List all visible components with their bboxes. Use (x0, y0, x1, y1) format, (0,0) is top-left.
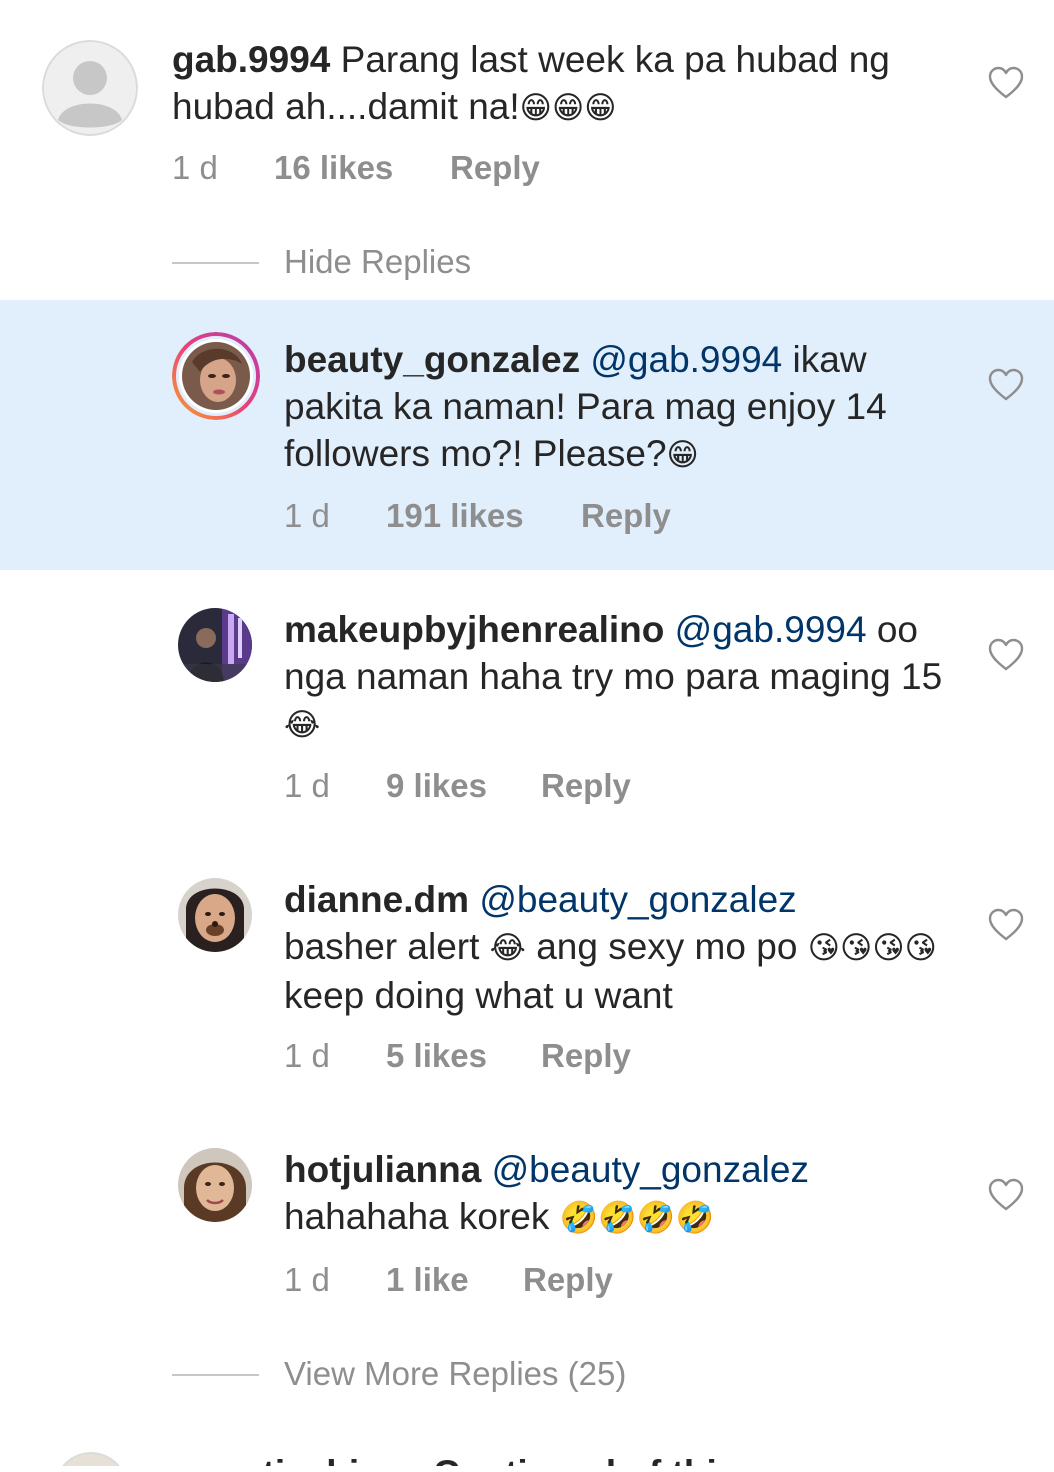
comment-time: 1 d (284, 1261, 330, 1298)
username[interactable]: hotjulianna (284, 1149, 481, 1190)
mention-link[interactable]: @beauty_gonzalez (492, 1149, 809, 1190)
view-more-replies-label[interactable]: View More Replies (25) (284, 1354, 626, 1394)
comment-text: makeupbyjhenrealino @gab.9994 oo nga nam… (284, 606, 964, 749)
mention-link[interactable]: @beauty_gonzalez (479, 879, 796, 920)
likes-count[interactable]: 191 likes (386, 496, 581, 536)
comment-body: basher alert (284, 926, 480, 967)
rofl-emoji: 🤣🤣🤣🤣 (559, 1200, 715, 1236)
like-button[interactable] (988, 1178, 1024, 1212)
comment-meta: 1 d 191 likes Reply (284, 496, 671, 536)
heart-icon (988, 638, 1024, 671)
avatar[interactable] (42, 40, 138, 136)
comment-dianne-dm: dianne.dm @beauty_gonzalez basher alert … (0, 840, 1054, 1110)
comment-meta: 1 d 1 like Reply (284, 1260, 613, 1300)
heart-icon (988, 908, 1024, 941)
comment-body: hahahaha korek (284, 1196, 550, 1237)
comment-text: beauty_gonzalez @gab.9994 ikaw pakita ka… (284, 336, 964, 479)
comment-makeupbyjhenrealino: makeupbyjhenrealino @gab.9994 oo nga nam… (0, 570, 1054, 840)
like-button[interactable] (988, 66, 1024, 100)
reply-button[interactable]: Reply (541, 1036, 631, 1076)
mention-link[interactable]: @gab.9994 (675, 609, 867, 650)
kissing-emoji: 😘😘😘😘 (807, 930, 937, 966)
username[interactable]: beauty_gonzalez (284, 339, 580, 380)
comment-meta: 1 d 9 likes Reply (284, 766, 631, 806)
like-button[interactable] (988, 368, 1024, 402)
grinning-emoji: 😁 (666, 437, 699, 473)
hide-replies-label[interactable]: Hide Replies (284, 242, 471, 282)
like-button[interactable] (988, 908, 1024, 942)
avatar[interactable] (178, 608, 252, 682)
heart-icon (988, 1178, 1024, 1211)
comment-time: 1 d (284, 497, 330, 534)
bottom-edge (0, 1466, 1054, 1472)
next-comment-partial: sweeticahines Continued of thi... (0, 1440, 1054, 1472)
comment-text: dianne.dm @beauty_gonzalez basher alert … (284, 876, 964, 1019)
likes-count[interactable]: 1 like (386, 1260, 523, 1300)
reply-button[interactable]: Reply (581, 496, 671, 536)
comment-time: 1 d (172, 149, 218, 186)
likes-count[interactable]: 9 likes (386, 766, 541, 806)
comment-body: keep doing what u want (284, 975, 673, 1016)
profile-photo (178, 878, 252, 952)
laughing-emoji: 😂 (284, 707, 321, 743)
mention-link[interactable]: @gab.9994 (590, 339, 782, 380)
likes-count[interactable]: 5 likes (386, 1036, 541, 1076)
divider-line (172, 1374, 259, 1376)
comment-beauty-gonzalez: beauty_gonzalez @gab.9994 ikaw pakita ka… (0, 300, 1054, 570)
heart-icon (988, 66, 1024, 99)
avatar[interactable] (172, 332, 260, 420)
comment-gab-9994: gab.9994 Parang last week ka pa hubad ng… (0, 0, 1054, 230)
username[interactable]: dianne.dm (284, 879, 469, 920)
comment-meta: 1 d 16 likes Reply (172, 148, 540, 188)
username[interactable]: gab.9994 (172, 39, 330, 80)
likes-count[interactable]: 16 likes (274, 148, 450, 188)
comment-time: 1 d (284, 1037, 330, 1074)
reply-button[interactable]: Reply (450, 148, 540, 188)
profile-photo (178, 1148, 252, 1222)
reply-button[interactable]: Reply (541, 766, 631, 806)
avatar[interactable] (178, 1148, 252, 1222)
username[interactable]: makeupbyjhenrealino (284, 609, 664, 650)
laughing-emoji: 😂 (489, 930, 526, 966)
comment-text: gab.9994 Parang last week ka pa hubad ng… (172, 36, 962, 132)
comment-hotjulianna: hotjulianna @beauty_gonzalez hahahaha ko… (0, 1110, 1054, 1340)
default-avatar-icon (42, 40, 138, 136)
divider-line (172, 262, 259, 264)
comment-text: hotjulianna @beauty_gonzalez hahahaha ko… (284, 1146, 964, 1242)
comment-meta: 1 d 5 likes Reply (284, 1036, 631, 1076)
like-button[interactable] (988, 638, 1024, 672)
grinning-emoji: 😁😁😁 (519, 90, 617, 126)
profile-photo (172, 332, 260, 420)
avatar[interactable] (178, 878, 252, 952)
comment-body: ang sexy mo po (536, 926, 798, 967)
profile-photo (178, 608, 252, 682)
heart-icon (988, 368, 1024, 401)
comment-time: 1 d (284, 767, 330, 804)
reply-button[interactable]: Reply (523, 1260, 613, 1300)
